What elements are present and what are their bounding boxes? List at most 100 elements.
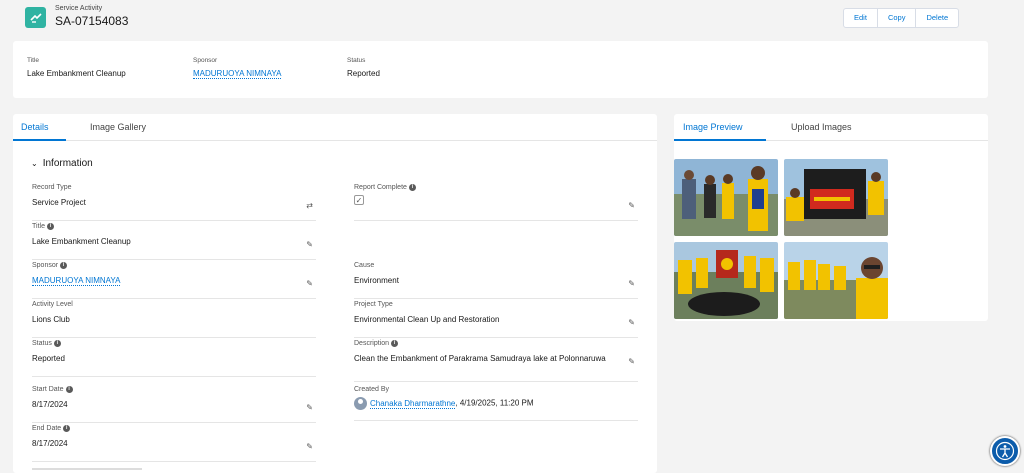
field-title: Title i Lake Embankment Cleanup ✎ — [32, 223, 316, 260]
field-value: Reported — [32, 354, 65, 363]
field-report-complete: Report Complete i ✓ ✎ — [354, 184, 638, 221]
info-icon[interactable]: i — [46, 223, 54, 230]
record-name: SA-07154083 — [55, 14, 129, 28]
image-preview-card: Image Preview Upload Images — [674, 114, 988, 321]
gallery-image-1[interactable] — [674, 159, 778, 236]
info-icon[interactable]: i — [60, 262, 68, 269]
field-label: End Date — [32, 425, 62, 432]
edit-pencil-icon[interactable]: ✎ — [628, 318, 635, 327]
highlight-status-value: Reported — [347, 69, 380, 78]
field-label-wrap: Start Date i — [32, 386, 73, 393]
field-sponsor: Sponsor i MADURUOYA NIMNAYA ✎ — [32, 262, 316, 299]
change-record-type-icon[interactable]: ⇄ — [306, 201, 313, 210]
field-cause: Cause Environment ✎ — [354, 262, 638, 299]
created-by-wrap: Chanaka Dharmarathne, 4/19/2025, 11:20 P… — [354, 397, 534, 410]
field-label: Status — [32, 340, 52, 347]
copy-button[interactable]: Copy — [878, 9, 917, 27]
info-icon[interactable]: i — [63, 425, 71, 432]
field-label-wrap: Status i — [32, 340, 61, 347]
highlight-sponsor-link[interactable]: MADURUOYA NIMNAYA — [193, 69, 282, 79]
field-label: Activity Level — [32, 301, 73, 308]
field-value: Environmental Clean Up and Restoration — [354, 315, 500, 324]
accessibility-icon — [995, 441, 1015, 461]
field-label: Start Date — [32, 386, 64, 393]
field-label: Record Type — [32, 184, 72, 191]
highlight-sponsor-label: Sponsor — [193, 57, 218, 64]
preview-tabs: Image Preview Upload Images — [674, 114, 988, 141]
field-label-wrap: Sponsor i — [32, 262, 68, 269]
created-date: , 4/19/2025, 11:20 PM — [455, 398, 534, 408]
highlight-status: Status Reported — [347, 57, 380, 78]
edit-pencil-icon[interactable]: ✎ — [306, 240, 313, 249]
field-end-date: End Date i 8/17/2024 ✎ — [32, 425, 316, 462]
field-value: 8/17/2024 — [32, 400, 68, 409]
field-record-type: Record Type Service Project ⇄ — [32, 184, 316, 221]
field-start-date: Start Date i 8/17/2024 ✎ — [32, 386, 316, 423]
edit-pencil-icon[interactable]: ✎ — [628, 201, 635, 210]
field-label: Created By — [354, 386, 390, 393]
record-header: Service Activity SA-07154083 Edit Copy D… — [0, 0, 1024, 40]
field-value: Clean the Embankment of Parakrama Samudr… — [354, 354, 606, 363]
section-title: Information — [42, 158, 93, 169]
field-project-type: Project Type Environmental Clean Up and … — [354, 301, 638, 338]
edit-pencil-icon[interactable]: ✎ — [628, 279, 635, 288]
gallery-image-3[interactable] — [674, 242, 778, 319]
info-icon[interactable]: i — [391, 340, 399, 347]
sponsor-link[interactable]: MADURUOYA NIMNAYA — [32, 276, 121, 286]
service-activity-icon — [25, 7, 46, 28]
details-tabs: Details Image Gallery — [13, 114, 657, 141]
highlight-sponsor: Sponsor MADURUOYA NIMNAYA — [193, 57, 282, 79]
report-complete-checkbox: ✓ — [354, 195, 364, 205]
field-value: Lions Club — [32, 315, 70, 324]
action-button-group: Edit Copy Delete — [843, 8, 960, 28]
field-label: Sponsor — [32, 262, 59, 269]
field-label-wrap: Report Complete i — [354, 184, 416, 191]
field-status: Status i Reported — [32, 340, 316, 377]
info-icon[interactable]: i — [53, 340, 61, 347]
chevron-down-icon: ⌄ — [31, 159, 38, 168]
field-activity-level: Activity Level Lions Club — [32, 301, 316, 338]
field-label-wrap: End Date i — [32, 425, 71, 432]
field-label-wrap: Title i — [32, 223, 54, 230]
details-card: Details Image Gallery ⌄ Information Recor… — [13, 114, 657, 473]
user-avatar-icon — [354, 397, 367, 410]
edit-pencil-icon[interactable]: ✎ — [306, 403, 313, 412]
edit-pencil-icon[interactable]: ✎ — [628, 357, 635, 366]
info-icon[interactable]: i — [408, 184, 416, 191]
field-created-by: Created By Chanaka Dharmarathne, 4/19/20… — [354, 386, 638, 421]
tab-image-gallery[interactable]: Image Gallery — [90, 122, 146, 132]
field-label-wrap: Description i — [354, 340, 399, 347]
edit-pencil-icon[interactable]: ✎ — [306, 279, 313, 288]
information-section-header[interactable]: ⌄ Information — [31, 158, 93, 169]
field-value: Lake Embankment Cleanup — [32, 237, 131, 246]
field-value-wrap: MADURUOYA NIMNAYA — [32, 275, 121, 287]
field-value: Service Project — [32, 198, 86, 207]
gallery-image-4[interactable] — [784, 242, 888, 319]
field-label: Cause — [354, 262, 375, 269]
active-tab-indicator — [13, 139, 66, 141]
field-description: Description i Clean the Embankment of Par… — [354, 340, 638, 382]
info-icon[interactable]: i — [65, 386, 73, 393]
highlight-sponsor-wrap: MADURUOYA NIMNAYA — [193, 69, 282, 79]
field-value: Environment — [354, 276, 399, 285]
highlight-title-value: Lake Embankment Cleanup — [27, 69, 126, 78]
edit-button[interactable]: Edit — [844, 9, 878, 27]
accessibility-button[interactable] — [990, 436, 1020, 466]
highlight-status-label: Status — [347, 57, 366, 64]
tab-image-preview[interactable]: Image Preview — [683, 122, 743, 132]
highlight-title: Title Lake Embankment Cleanup — [27, 57, 126, 78]
gallery-image-2[interactable] — [784, 159, 888, 236]
edit-pencil-icon[interactable]: ✎ — [306, 442, 313, 451]
next-section-divider — [32, 468, 142, 470]
field-label: Title — [32, 223, 45, 230]
tab-details[interactable]: Details — [21, 122, 49, 132]
field-label: Project Type — [354, 301, 393, 308]
field-value: 8/17/2024 — [32, 439, 68, 448]
created-by-link[interactable]: Chanaka Dharmarathne — [370, 398, 456, 409]
tab-upload-images[interactable]: Upload Images — [791, 122, 852, 132]
highlights-panel: Title Lake Embankment Cleanup Sponsor MA… — [13, 41, 988, 98]
highlight-title-label: Title — [27, 57, 40, 64]
delete-button[interactable]: Delete — [916, 9, 958, 27]
active-tab-indicator — [674, 139, 766, 141]
field-label: Report Complete — [354, 184, 407, 191]
